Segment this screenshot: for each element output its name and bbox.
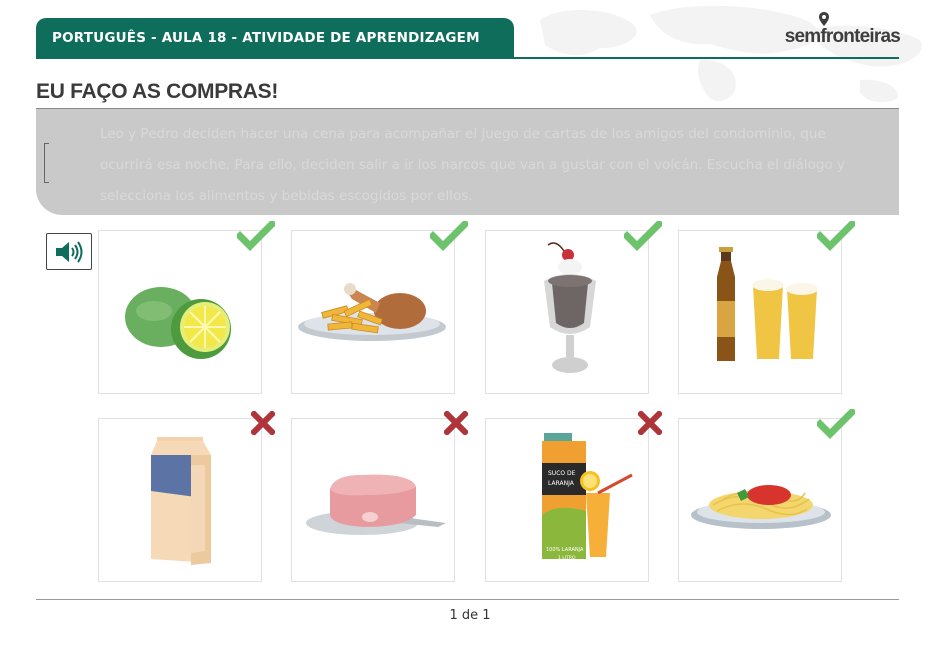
page-title: EU FAÇO AS COMPRAS! (36, 80, 279, 103)
location-pin-icon (818, 12, 829, 26)
speaker-icon (56, 240, 83, 263)
juice-volume-label: 1 LITRO (558, 555, 576, 561)
milk-carton-image (151, 437, 211, 565)
x-icon (444, 411, 468, 435)
ham-image (306, 474, 446, 535)
course-title: PORTUGUÊS - AULA 18 - ATIVIDADE DE APREN… (52, 30, 480, 46)
instruction-text: Leo y Pedro deciden hacer una cena para … (100, 126, 845, 204)
check-icon (817, 409, 855, 439)
spaghetti-image (691, 485, 831, 529)
beer-image (717, 247, 818, 361)
instruction-panel: Leo y Pedro deciden hacer una cena para … (36, 109, 899, 215)
orange-juice-image: SUCO DE LARANJA 100% LARANJA 1 LITRO (542, 433, 633, 561)
svg-text:LARANJA: LARANJA (548, 480, 575, 487)
check-icon (430, 221, 468, 251)
pagination: 1 de 1 (449, 608, 491, 623)
logo-text-fronteiras: fronteiras (820, 26, 900, 47)
chicken-and-fries-image (298, 283, 446, 341)
footer-divider (36, 599, 899, 600)
check-icon (237, 221, 275, 251)
course-header: PORTUGUÊS - AULA 18 - ATIVIDADE DE APREN… (36, 18, 514, 58)
check-icon (624, 221, 662, 251)
food-card-orange-juice[interactable]: SUCO DE LARANJA 100% LARANJA 1 LITRO (485, 411, 662, 582)
juice-percent-label: 100% LARANJA (546, 547, 584, 553)
text-cursor-marker (44, 143, 49, 183)
x-icon (638, 411, 662, 435)
juice-carton-label: SUCO DE (548, 470, 576, 477)
food-card-milk-carton[interactable] (98, 411, 275, 582)
brand-logo: sem fronteiras (784, 12, 901, 48)
food-card-beer[interactable] (678, 221, 855, 394)
x-icon (251, 411, 275, 435)
food-card-spaghetti[interactable] (678, 409, 855, 582)
audio-play-button[interactable] (46, 233, 92, 270)
logo-text-sem: sem (784, 26, 821, 47)
food-card-ham[interactable] (291, 411, 468, 582)
food-card-lime[interactable] (98, 221, 275, 394)
lime-image (125, 287, 231, 359)
ice-cream-sundae-image (544, 242, 596, 373)
food-card-ice-cream-sundae[interactable] (485, 221, 662, 394)
header-divider (36, 57, 899, 59)
check-icon (817, 221, 855, 251)
food-card-chicken-and-fries[interactable] (291, 221, 468, 394)
